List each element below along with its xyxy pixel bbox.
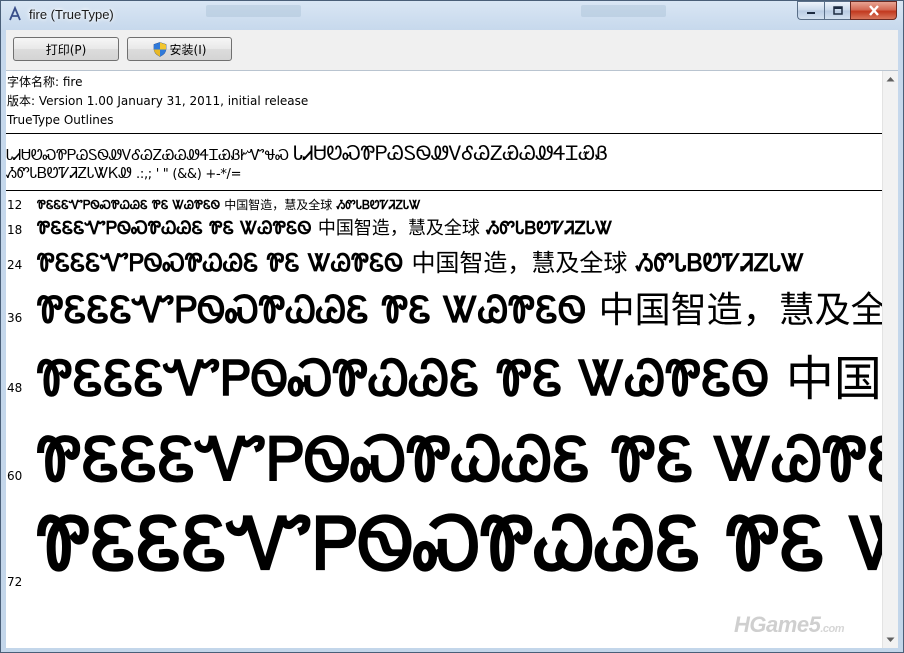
- toolbar: 打印(P) 安装(I): [6, 30, 898, 71]
- sample-latin: ᏈᏋᏋᏋᏉᏢᏫᏍᏈᏇᏊᏋ ᏈᏋ ᏔᏊᏈᏋᏫ: [37, 198, 221, 212]
- sample-size-label: 24: [7, 258, 23, 272]
- font-file-icon: [9, 6, 21, 21]
- print-button[interactable]: 打印(P): [13, 37, 119, 61]
- font-version-line: 版本: Version 1.00 January 31, 2011, initi…: [7, 94, 309, 108]
- watermark-suffix: .com: [820, 623, 844, 635]
- sample-text: ᏈᏋᏋᏋᏉᏢᏫᏍᏈᏇᏊᏋ ᏈᏋ ᏔᏊᏈᏋᏫ 中国智造，慧及全球 ᏱᏛᏓᏴᏬᏤᏘᏃ…: [37, 196, 421, 213]
- maximize-icon: [832, 6, 843, 15]
- charset-uppercase-punct: ᏱᏛᏓᏴᏬᏤᏘᏃᏓᏔᏦᏪ .:,; ' " (&&) +-*/=: [6, 164, 242, 182]
- scroll-up-icon: [886, 77, 895, 82]
- sample-text: ᏈᏋᏋᏋᏉᏢᏫᏍᏈᏇᏊᏋ ᏈᏋ ᏔᏊᏈᏋᏫ 中国智造，慧及全球 ᏱᏛᏓᏴᏬᏤᏘᏃ…: [37, 243, 804, 278]
- vertical-scrollbar[interactable]: [882, 71, 898, 648]
- maximize-button[interactable]: [824, 1, 850, 20]
- charset-uppercase: ᏱᏛᏓᏴᏬᏤᏘᏃᏓᏔᏦᏪ: [6, 164, 132, 182]
- background-window-ghost: [581, 5, 666, 17]
- scroll-down-icon: [886, 637, 895, 642]
- install-button-label: 安装(I): [169, 42, 207, 57]
- sample-cjk: 中国智造，慧及全球: [224, 198, 333, 212]
- sample-latin: ᏈᏋᏋᏋᏉᏢᏫᏍᏈᏇᏊᏋ ᏈᏋ ᏔᏊᏈᏋᏫ: [37, 218, 312, 239]
- close-button[interactable]: [850, 1, 897, 20]
- font-preview-pane[interactable]: 字体名称: fire 版本: Version 1.00 January 31, …: [6, 71, 882, 648]
- sample-size-label: 48: [7, 381, 23, 395]
- sample-size-label: 72: [7, 575, 23, 589]
- separator-line: [6, 190, 882, 191]
- charset-lowercase-a: ᏓᏗᏌᏬᏍᏈᏢᏊᏚᏫᏪᏙᎴᏊᏃᏯᏊᏪᏎᏆᏯᏰᎨᏉᏠᏍ: [6, 146, 289, 164]
- close-icon: [868, 5, 879, 16]
- sample-cjk: 中国智造，慧及全球: [411, 249, 628, 277]
- sample-latin: ᏈᏋᏋᏋᏉᏢᏫᏍᏈᏇᏊᏋ ᏈᏋ ᏔᏊᏈᏋᏫ: [37, 351, 770, 407]
- sample-latin: ᏈᏋᏋᏋᏉᏢᏫᏍᏈᏇᏊᏋ ᏈᏋ ᏔᏊᏈᏋᏫ: [37, 501, 882, 586]
- scroll-up-button[interactable]: [883, 71, 898, 87]
- font-viewer-window: fire (TrueType) 打印(P) 安装(I) 字体名称: fire 版…: [0, 0, 904, 653]
- sample-size-label: 36: [7, 311, 23, 325]
- sample-text: ᏈᏋᏋᏋᏉᏢᏫᏍᏈᏇᏊᏋ ᏈᏋ ᏔᏊᏈᏋᏫ 中国智造，慧及全球 ᏱᏛᏓᏴᏬᏤᏘᏃ…: [37, 214, 613, 240]
- sample-cjk: 中国智造，慧及全球: [317, 218, 480, 239]
- charset-punctuation: .:,; ' " (&&) +-*/=: [136, 167, 242, 182]
- title-bar[interactable]: fire (TrueType): [1, 1, 903, 29]
- sample-latin: ᏈᏋᏋᏋᏉᏢᏫᏍᏈᏇᏊᏋ ᏈᏋ ᏔᏊᏈᏋᏫ: [37, 289, 587, 331]
- uac-shield-icon: [153, 41, 166, 57]
- watermark-logo: HGame5.com: [734, 612, 844, 638]
- background-window-ghost: [206, 5, 301, 17]
- sample-text: ᏈᏋᏋᏋᏉᏢᏫᏍᏈᏇᏊᏋ ᏈᏋ ᏔᏊᏈᏋᏫ 中国智造，慧及全球: [37, 281, 882, 333]
- charset-lowercase-b: ᏓᏗᏌᏬᏍᏈᏢᏊᏚᏫᏪᏙᎴᏊᏃᏯᏊᏪᏎᏆᏯᏰ: [293, 141, 608, 165]
- sample-tail: ᏱᏛᏓᏴᏬᏤᏘᏃᏓᏔ: [635, 248, 805, 277]
- font-outline-type-line: TrueType Outlines: [7, 113, 114, 127]
- sample-tail: ᏱᏛᏓᏴᏬᏤᏘᏃᏓᏔ: [336, 198, 421, 212]
- sample-text: ᏈᏋᏋᏋᏉᏢᏫᏍᏈᏇᏊᏋ ᏈᏋ ᏔᏊᏈᏋᏫ 中国: [37, 411, 882, 498]
- sample-size-label: 12: [7, 198, 23, 212]
- minimize-icon: [807, 11, 815, 14]
- print-button-label: 打印(P): [45, 42, 87, 57]
- sample-cjk: 中国智造，慧及全球: [598, 290, 882, 331]
- watermark-text: HGame5: [734, 612, 821, 637]
- font-name-line: 字体名称: fire: [7, 75, 83, 89]
- sample-size-label: 60: [7, 469, 23, 483]
- sample-tail: ᏱᏛᏓᏴᏬᏤᏘᏃᏓᏔ: [486, 218, 613, 239]
- sample-latin: ᏈᏋᏋᏋᏉᏢᏫᏍᏈᏇᏊᏋ ᏈᏋ ᏔᏊᏈᏋᏫ: [37, 425, 882, 495]
- sample-cjk: 中国智造，: [785, 351, 882, 407]
- charset-lowercase: ᏓᏗᏌᏬᏍᏈᏢᏊᏚᏫᏪᏙᎴᏊᏃᏯᏊᏪᏎᏆᏯᏰᎨᏉᏠᏍ ᏓᏗᏌᏬᏍᏈᏢᏊᏚᏫᏪᏙᎴ…: [6, 141, 608, 165]
- window-controls: [797, 1, 897, 21]
- scroll-down-button[interactable]: [883, 632, 898, 648]
- install-button[interactable]: 安装(I): [127, 37, 232, 61]
- sample-text: ᏈᏋᏋᏋᏉᏢᏫᏍᏈᏇᏊᏋ ᏈᏋ ᏔᏊᏈᏋᏫ: [37, 501, 882, 588]
- sample-text: ᏈᏋᏋᏋᏉᏢᏫᏍᏈᏇᏊᏋ ᏈᏋ ᏔᏊᏈᏋᏫ 中国智造，: [37, 339, 882, 409]
- sample-latin: ᏈᏋᏋᏋᏉᏢᏫᏍᏈᏇᏊᏋ ᏈᏋ ᏔᏊᏈᏋᏫ: [37, 248, 404, 277]
- separator-line: [6, 133, 882, 134]
- sample-size-label: 18: [7, 223, 23, 237]
- minimize-button[interactable]: [797, 1, 824, 20]
- window-title: fire (TrueType): [29, 7, 114, 22]
